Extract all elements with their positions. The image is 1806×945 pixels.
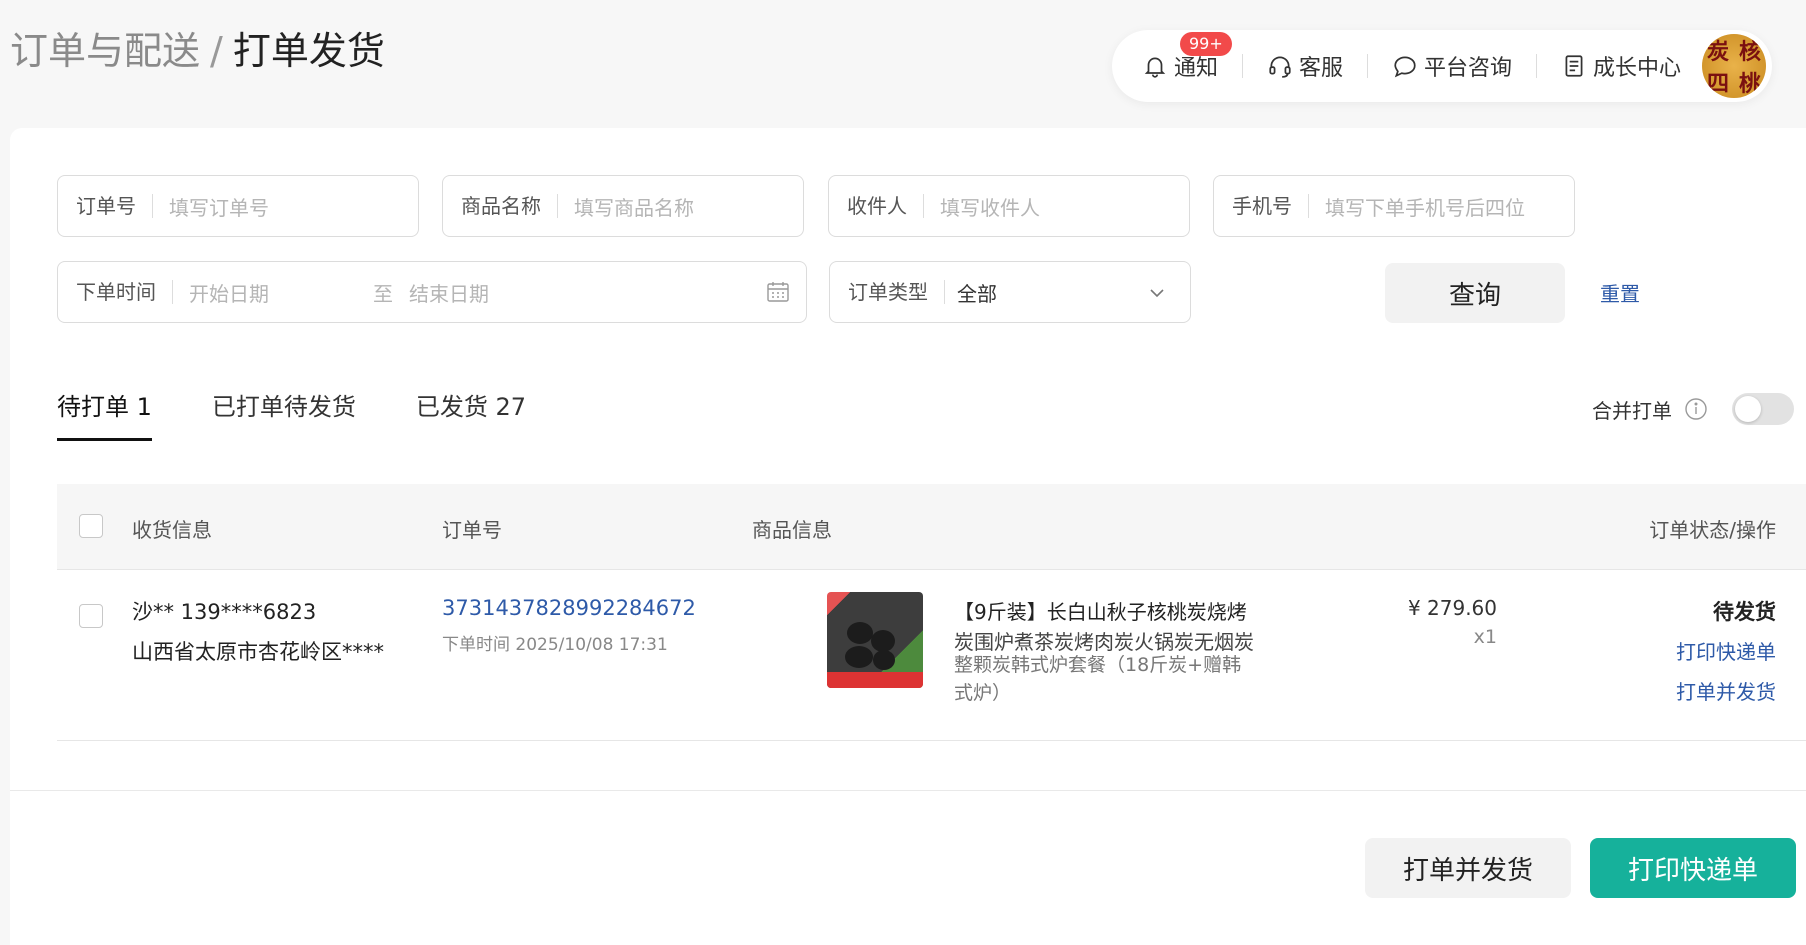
tab-shipped[interactable]: 已发货 27 xyxy=(416,390,526,442)
header-receiver: 收货信息 xyxy=(132,518,212,542)
receiver-address: 山西省太原市杏花岭区**** xyxy=(132,640,384,664)
toolbar-divider xyxy=(1242,54,1244,78)
avatar-char: 核 xyxy=(1738,39,1761,65)
tab-printed-pending-ship[interactable]: 已打单待发货 xyxy=(212,390,356,442)
table-row: 沙** 139****6823 山西省太原市杏花岭区**** 373143782… xyxy=(57,570,1806,741)
print-label-link[interactable]: 打印快递单 xyxy=(1676,636,1776,665)
select-all-checkbox[interactable] xyxy=(79,514,103,538)
order-no-link[interactable]: 3731437828992284672 xyxy=(442,596,696,620)
merge-print: 合并打单 xyxy=(1592,393,1794,425)
footer-divider xyxy=(10,790,1806,791)
avatar[interactable]: 炭 核 四 桃 xyxy=(1702,34,1766,98)
receiver-label: 收件人 xyxy=(847,194,924,218)
order-type-label: 订单类型 xyxy=(848,280,945,304)
order-time: 下单时间 2025/10/08 17:31 xyxy=(442,635,668,655)
avatar-char: 四 xyxy=(1706,71,1729,97)
order-no-label: 订单号 xyxy=(76,194,153,218)
print-and-ship-button[interactable]: 打单并发货 xyxy=(1365,838,1571,898)
product-quantity: x1 xyxy=(1473,626,1497,648)
notice-button[interactable]: 通知 99+ xyxy=(1142,32,1232,82)
receiver-input[interactable]: 填写收件人 xyxy=(924,192,1040,221)
top-toolbar: 通知 99+ 客服 平台咨询 成长中心 炭 核 四 桃 xyxy=(1112,30,1772,102)
breadcrumb-separator: / xyxy=(210,29,223,73)
calendar-icon[interactable] xyxy=(766,281,790,303)
merge-print-toggle[interactable] xyxy=(1732,393,1794,425)
notice-badge: 99+ xyxy=(1180,32,1232,56)
info-icon[interactable] xyxy=(1684,397,1708,421)
avatar-char: 炭 xyxy=(1706,39,1729,65)
main-panel: 订单号 填写订单号 商品名称 填写商品名称 收件人 填写收件人 手机号 填写下单… xyxy=(10,128,1806,945)
order-no-input[interactable]: 填写订单号 xyxy=(153,192,269,221)
order-time-label: 下单时间 xyxy=(76,280,173,304)
date-range-to: 至 xyxy=(373,281,393,306)
product-thumbnail[interactable] xyxy=(827,592,923,688)
consult-label: 平台咨询 xyxy=(1424,56,1513,81)
phone-input[interactable]: 填写下单手机号后四位 xyxy=(1309,192,1525,221)
receiver-field[interactable]: 收件人 填写收件人 xyxy=(828,175,1190,237)
status-badge: 待发货 xyxy=(1713,600,1776,624)
product-title-line: 【9斤装】长白山秋子核桃炭烧烤 xyxy=(954,600,1247,624)
print-label-button[interactable]: 打印快递单 xyxy=(1590,838,1796,898)
row-checkbox[interactable] xyxy=(79,604,103,628)
tab-pending-print[interactable]: 待打单 1 xyxy=(57,390,152,442)
toolbar-divider xyxy=(1536,54,1538,78)
header-order-no: 订单号 xyxy=(442,518,502,542)
chat-bubble-icon xyxy=(1394,56,1416,78)
order-type-select[interactable]: 订单类型 全部 xyxy=(829,261,1191,323)
product-name-label: 商品名称 xyxy=(461,194,558,218)
header-product: 商品信息 xyxy=(752,518,832,542)
product-price: ¥ 279.60 xyxy=(1407,596,1497,620)
product-title-line: 式炉） xyxy=(954,682,1012,704)
receiver-name: 沙** 139****6823 xyxy=(132,600,317,624)
order-time-field[interactable]: 下单时间 开始日期 至 结束日期 xyxy=(57,261,807,323)
bell-icon xyxy=(1144,57,1166,78)
avatar-char: 桃 xyxy=(1738,71,1761,97)
toolbar-divider xyxy=(1367,54,1369,78)
breadcrumb-parent[interactable]: 订单与配送 xyxy=(10,29,200,73)
product-name-field[interactable]: 商品名称 填写商品名称 xyxy=(442,175,804,237)
query-button[interactable]: 查询 xyxy=(1385,263,1565,323)
growth-label: 成长中心 xyxy=(1593,56,1682,81)
merge-print-label: 合并打单 xyxy=(1592,398,1672,423)
customer-service-button[interactable]: 客服 xyxy=(1267,50,1343,82)
print-and-ship-link[interactable]: 打单并发货 xyxy=(1676,676,1776,705)
start-date-input[interactable]: 开始日期 xyxy=(173,278,373,307)
order-tabs: 待打单 1 已打单待发货 已发货 27 xyxy=(57,390,586,442)
page-title: 打单发货 xyxy=(232,29,385,73)
order-no-field[interactable]: 订单号 填写订单号 xyxy=(57,175,419,237)
document-icon xyxy=(1565,55,1583,77)
end-date-input[interactable]: 结束日期 xyxy=(409,278,489,307)
platform-consult-button[interactable]: 平台咨询 xyxy=(1392,50,1512,82)
product-name-input[interactable]: 填写商品名称 xyxy=(558,192,694,221)
order-type-value: 全部 xyxy=(957,281,997,306)
breadcrumb: 订单与配送 / 打单发货 xyxy=(10,28,385,74)
header-status: 订单状态/操作 xyxy=(1649,518,1776,542)
growth-center-button[interactable]: 成长中心 xyxy=(1561,50,1681,82)
product-title-line: 整颗炭韩式炉套餐（18斤炭+赠韩 xyxy=(954,654,1242,676)
reset-button[interactable]: 重置 xyxy=(1600,278,1640,307)
phone-label: 手机号 xyxy=(1232,194,1309,218)
chevron-down-icon xyxy=(1150,289,1164,298)
headset-icon xyxy=(1269,56,1291,78)
service-label: 客服 xyxy=(1299,56,1344,81)
table-header: 收货信息 订单号 商品信息 订单状态/操作 xyxy=(57,484,1806,570)
phone-field[interactable]: 手机号 填写下单手机号后四位 xyxy=(1213,175,1575,237)
